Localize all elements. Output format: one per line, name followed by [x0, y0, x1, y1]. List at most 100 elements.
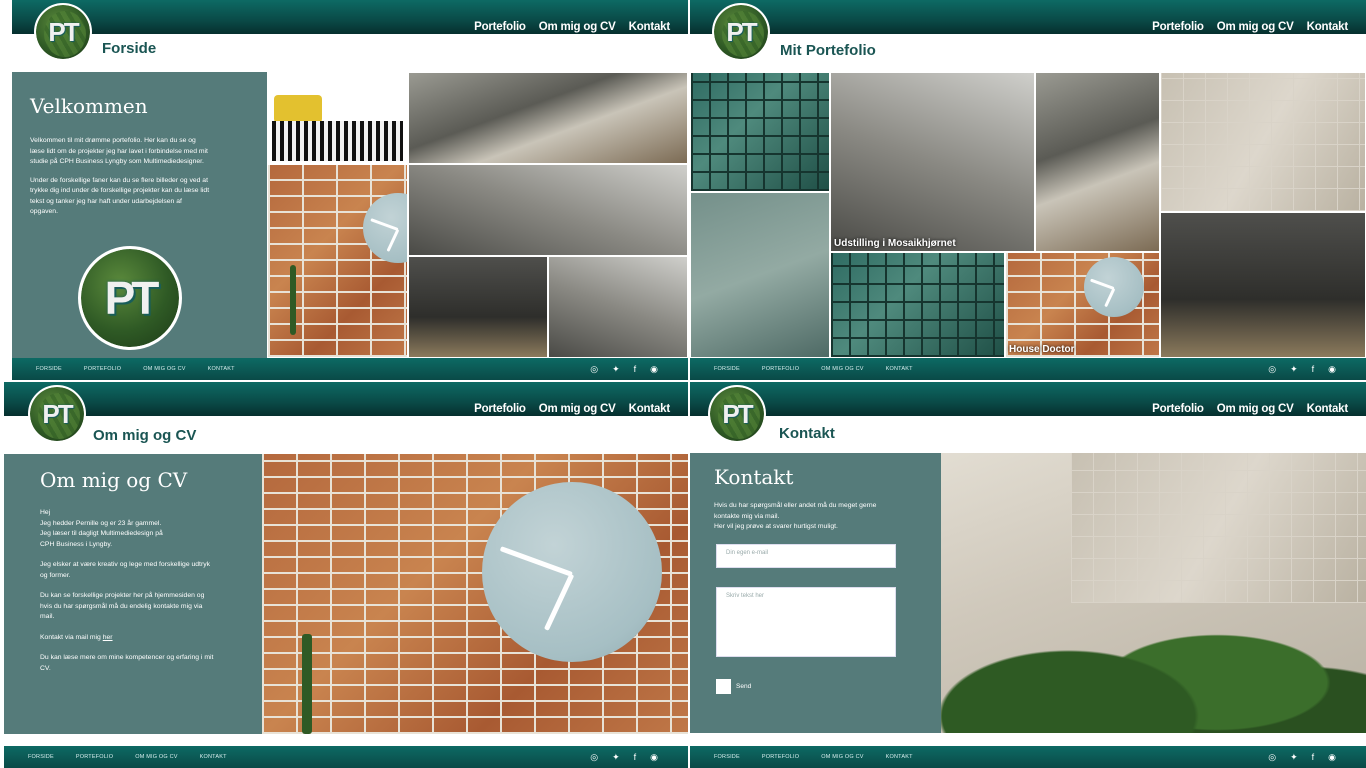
nav-om-mig[interactable]: Om mig og CV	[1217, 403, 1294, 415]
pt-logo[interactable]: PT	[34, 3, 92, 61]
send-checkbox[interactable]	[716, 679, 731, 694]
photo-mosaic	[690, 72, 830, 192]
main-content: Velkommen Velkommen til mit drømme porte…	[12, 72, 688, 358]
about-text-name: Jeg hedder Pernille og er 23 år gammel.	[40, 519, 162, 527]
footer-link-om-mig[interactable]: OM MIG OG CV	[821, 754, 863, 760]
nav-kontakt[interactable]: Kontakt	[1307, 403, 1349, 415]
photo-showroom	[1160, 212, 1366, 358]
photo-table	[548, 256, 688, 358]
screenshot-collage: Portefolio Om mig og CV Kontakt PT Forsi…	[0, 0, 1366, 768]
footer-link-kontakt[interactable]: KONTAKT	[886, 366, 913, 372]
photo-house-doctor[interactable]: House Doctor	[1005, 252, 1160, 358]
footer-link-kontakt[interactable]: KONTAKT	[208, 366, 235, 372]
photo-brick-clock	[267, 164, 408, 358]
about-text-school: CPH Business i Lyngby.	[40, 540, 113, 548]
pt-logo[interactable]: PT	[708, 385, 766, 443]
globe-icon[interactable]: ◉	[650, 752, 658, 763]
om-mig-page: Portefolio Om mig og CV Kontakt PT Om mi…	[4, 382, 688, 768]
globe-icon[interactable]: ◉	[1328, 364, 1336, 375]
email-input[interactable]: Din egen e-mail	[716, 544, 896, 568]
main-nav: Portefolio Om mig og CV Kontakt	[474, 21, 670, 33]
footer-link-forside[interactable]: FORSIDE	[28, 754, 54, 760]
nav-portefolio[interactable]: Portefolio	[474, 403, 526, 415]
footer-link-om-mig[interactable]: OM MIG OG CV	[143, 366, 185, 372]
instagram-icon[interactable]: ◎	[590, 752, 598, 763]
facebook-icon[interactable]: f	[1312, 752, 1315, 763]
facebook-icon[interactable]: f	[634, 752, 637, 763]
twitter-icon[interactable]: ✦	[612, 364, 620, 375]
nav-portefolio[interactable]: Portefolio	[1152, 403, 1204, 415]
welcome-heading: Velkommen	[30, 94, 148, 118]
nav-kontakt[interactable]: Kontakt	[1307, 21, 1349, 33]
footer-link-portefolio[interactable]: PORTEFOLIO	[84, 366, 121, 372]
footer-link-om-mig[interactable]: OM MIG OG CV	[821, 366, 863, 372]
footer-link-portefolio[interactable]: PORTEFOLIO	[76, 754, 113, 760]
instagram-icon[interactable]: ◎	[1268, 752, 1276, 763]
twitter-icon[interactable]: ✦	[1290, 364, 1298, 375]
about-heading: Om mig og CV	[40, 468, 188, 492]
facebook-icon[interactable]: f	[1312, 364, 1315, 375]
kontakt-page: Portefolio Om mig og CV Kontakt PT Konta…	[690, 382, 1366, 768]
pt-logo-large: PT	[78, 246, 182, 350]
welcome-panel: Velkommen Velkommen til mit drømme porte…	[12, 72, 267, 358]
nav-om-mig[interactable]: Om mig og CV	[539, 403, 616, 415]
nav-kontakt[interactable]: Kontakt	[629, 21, 671, 33]
footer-bar: FORSIDE PORTEFOLIO OM MIG OG CV KONTAKT …	[4, 746, 688, 768]
footer-bar: FORSIDE PORTEFOLIO OM MIG OG CV KONTAKT …	[12, 358, 688, 380]
nav-om-mig[interactable]: Om mig og CV	[539, 21, 616, 33]
clock-hand	[500, 546, 573, 577]
photo-chair	[830, 252, 1005, 358]
photo-bench	[267, 72, 408, 164]
photo-bathroom	[408, 72, 688, 164]
about-text-hej: Hej	[40, 509, 51, 516]
clock-hand	[543, 573, 575, 632]
photo-udstilling[interactable]: Udstilling i Mosaikhjørnet	[830, 72, 1035, 252]
contact-text-2: Her vil jeg prøve at svarer hurtigst mul…	[714, 523, 838, 530]
main-nav: Portefolio Om mig og CV Kontakt	[1152, 21, 1348, 33]
portefolio-page: Portefolio Om mig og CV Kontakt PT Mit P…	[690, 0, 1366, 380]
page-title: Mit Portefolio	[780, 42, 876, 59]
nav-om-mig[interactable]: Om mig og CV	[1217, 21, 1294, 33]
footer-link-kontakt[interactable]: KONTAKT	[886, 754, 913, 760]
header-bar: Portefolio Om mig og CV Kontakt	[690, 382, 1366, 416]
about-text-cv: Du kan læse mere om mine kompetencer og …	[40, 654, 214, 672]
send-label[interactable]: Send	[736, 683, 751, 690]
pt-logo[interactable]: PT	[28, 385, 86, 443]
page-title: Forside	[102, 40, 157, 57]
twitter-icon[interactable]: ✦	[1290, 752, 1298, 763]
pt-logo[interactable]: PT	[712, 3, 770, 61]
twitter-icon[interactable]: ✦	[612, 752, 620, 763]
globe-icon[interactable]: ◉	[650, 364, 658, 375]
nav-kontakt[interactable]: Kontakt	[629, 403, 671, 415]
footer-link-kontakt[interactable]: KONTAKT	[200, 754, 227, 760]
photo-candles	[690, 192, 830, 358]
instagram-icon[interactable]: ◎	[590, 364, 598, 375]
clock-hand	[1089, 278, 1115, 290]
photo-shelf	[1035, 72, 1160, 252]
nav-portefolio[interactable]: Portefolio	[474, 21, 526, 33]
welcome-text-2: Under de forskellige faner kan du se fle…	[30, 176, 210, 216]
about-text-projects: Du kan se forskellige projekter her på h…	[40, 592, 205, 620]
nav-portefolio[interactable]: Portefolio	[1152, 21, 1204, 33]
main-nav: Portefolio Om mig og CV Kontakt	[1152, 403, 1348, 415]
clock-hand	[1104, 287, 1116, 308]
footer-bar: FORSIDE PORTEFOLIO OM MIG OG CV KONTAKT …	[690, 746, 1366, 768]
photo-vanity	[408, 164, 688, 256]
message-textarea[interactable]: Skriv tekst her	[716, 587, 896, 657]
footer-link-portefolio[interactable]: PORTEFOLIO	[762, 366, 799, 372]
facebook-icon[interactable]: f	[634, 364, 637, 375]
footer-link-portefolio[interactable]: PORTEFOLIO	[762, 754, 799, 760]
header-bar: Portefolio Om mig og CV Kontakt	[4, 382, 688, 416]
about-text-creative: Jeg elsker at være kreativ og lege med f…	[40, 561, 210, 579]
globe-icon[interactable]: ◉	[1328, 752, 1336, 763]
page-title: Kontakt	[779, 425, 835, 442]
contact-text-1: Hvis du har spørgsmål eller andet må du …	[714, 502, 877, 520]
footer-link-forside[interactable]: FORSIDE	[714, 754, 740, 760]
footer-link-forside[interactable]: FORSIDE	[36, 366, 62, 372]
gallery: Udstilling i Mosaikhjørnet House Doctor	[690, 72, 1366, 358]
footer-link-forside[interactable]: FORSIDE	[714, 366, 740, 372]
forside-page: Portefolio Om mig og CV Kontakt PT Forsi…	[12, 0, 688, 380]
footer-link-om-mig[interactable]: OM MIG OG CV	[135, 754, 177, 760]
instagram-icon[interactable]: ◎	[1268, 364, 1276, 375]
contact-mail-link[interactable]: her	[103, 634, 113, 641]
